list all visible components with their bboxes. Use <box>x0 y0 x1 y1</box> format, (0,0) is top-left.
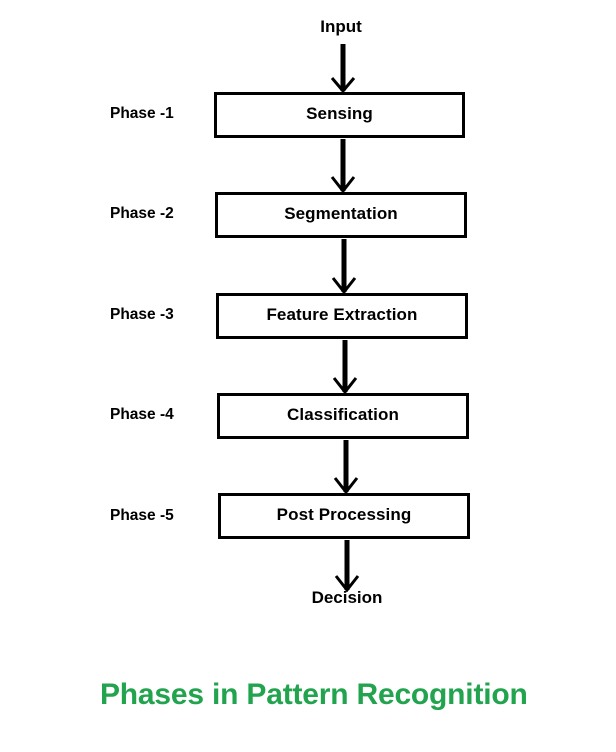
arrow-sensing-to-segmentation <box>326 139 360 193</box>
phase-label-4: Phase -4 <box>110 406 174 423</box>
process-box-label: Post Processing <box>276 505 412 524</box>
arrow-feature-extraction-to-classification <box>328 340 362 394</box>
phase-label-1: Phase -1 <box>110 105 174 122</box>
input-label: Input <box>320 17 362 36</box>
phase-label-2: Phase -2 <box>110 205 174 222</box>
arrow-input-to-sensing <box>326 44 360 93</box>
phase-label-5: Phase -5 <box>110 507 174 524</box>
process-box-sensing[interactable]: Sensing <box>214 92 465 138</box>
process-box-label: Feature Extraction <box>266 305 418 324</box>
arrow-classification-to-post-processing <box>329 440 363 494</box>
decision-label: Decision <box>311 588 383 607</box>
arrow-post-processing-to-decision <box>330 540 364 592</box>
phase-label-3: Phase -3 <box>110 306 174 323</box>
process-box-classification[interactable]: Classification <box>217 393 469 439</box>
process-box-segmentation[interactable]: Segmentation <box>215 192 467 238</box>
diagram-caption: Phases in Pattern Recognition <box>100 678 528 711</box>
process-box-label: Sensing <box>306 104 373 123</box>
process-box-feature-extraction[interactable]: Feature Extraction <box>216 293 468 339</box>
process-box-post-processing[interactable]: Post Processing <box>218 493 470 539</box>
process-box-label: Classification <box>287 405 399 424</box>
arrow-segmentation-to-feature-extraction <box>327 239 361 294</box>
process-box-label: Segmentation <box>284 204 398 223</box>
flowchart-diagram: Input Phase -1 Sensing Phase -2 Segmenta… <box>0 0 616 752</box>
